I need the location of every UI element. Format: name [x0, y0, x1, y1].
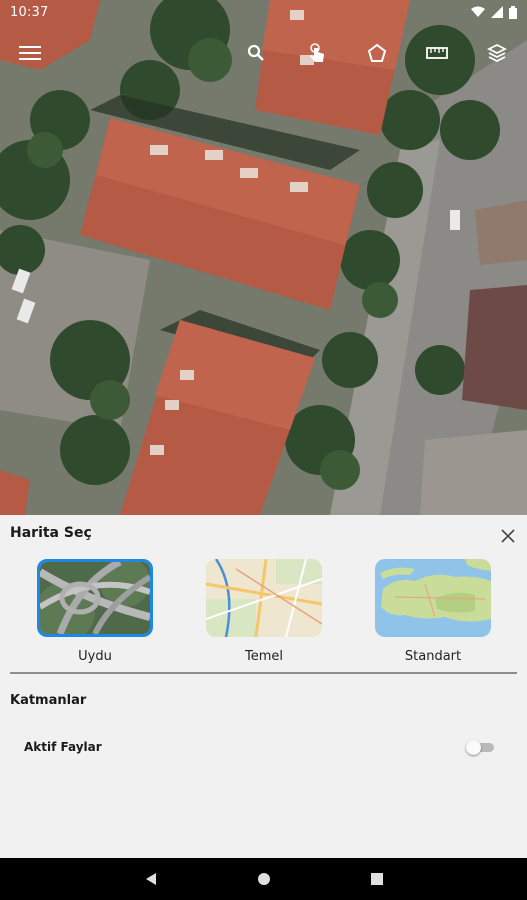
divider [10, 672, 517, 674]
close-icon[interactable] [499, 527, 517, 545]
map-toolbar [0, 38, 527, 68]
standard-map-thumbnail [375, 559, 491, 637]
map-option-standart[interactable]: Standart [374, 559, 492, 664]
recents-icon[interactable] [368, 870, 386, 888]
basemap-thumbnail [206, 559, 322, 637]
toggle-knob [466, 740, 481, 755]
home-icon[interactable] [255, 870, 273, 888]
system-nav-bar [0, 858, 527, 900]
polygon-icon[interactable] [362, 38, 392, 68]
layers-title: Katmanlar [10, 693, 87, 708]
map-option-uydu[interactable]: Uydu [36, 559, 154, 664]
map-option-temel[interactable]: Temel [205, 559, 323, 664]
satellite-thumbnail [37, 559, 153, 637]
layers-icon[interactable] [482, 38, 512, 68]
layer-label-aktif-faylar: Aktif Faylar [24, 740, 102, 754]
status-bar: 10:37 [0, 0, 527, 24]
wifi-icon [471, 6, 485, 17]
status-time: 10:37 [10, 4, 49, 20]
back-icon[interactable] [142, 870, 160, 888]
option-label: Standart [404, 649, 462, 664]
option-label: Uydu [78, 649, 112, 664]
map-select-sheet: Harita Seç Uydu Temel Standart Katmanlar… [0, 515, 527, 858]
aktif-faylar-toggle[interactable] [466, 740, 494, 755]
battery-icon [509, 5, 517, 19]
sheet-title: Harita Seç [10, 525, 92, 541]
search-icon[interactable] [241, 38, 271, 68]
menu-icon[interactable] [15, 38, 45, 68]
satellite-map[interactable]: 10:37 [0, 0, 527, 515]
touch-icon[interactable] [302, 38, 332, 68]
option-label: Temel [244, 649, 283, 664]
satellite-imagery [0, 0, 527, 515]
ruler-icon[interactable] [422, 38, 452, 68]
signal-icon [491, 6, 503, 18]
